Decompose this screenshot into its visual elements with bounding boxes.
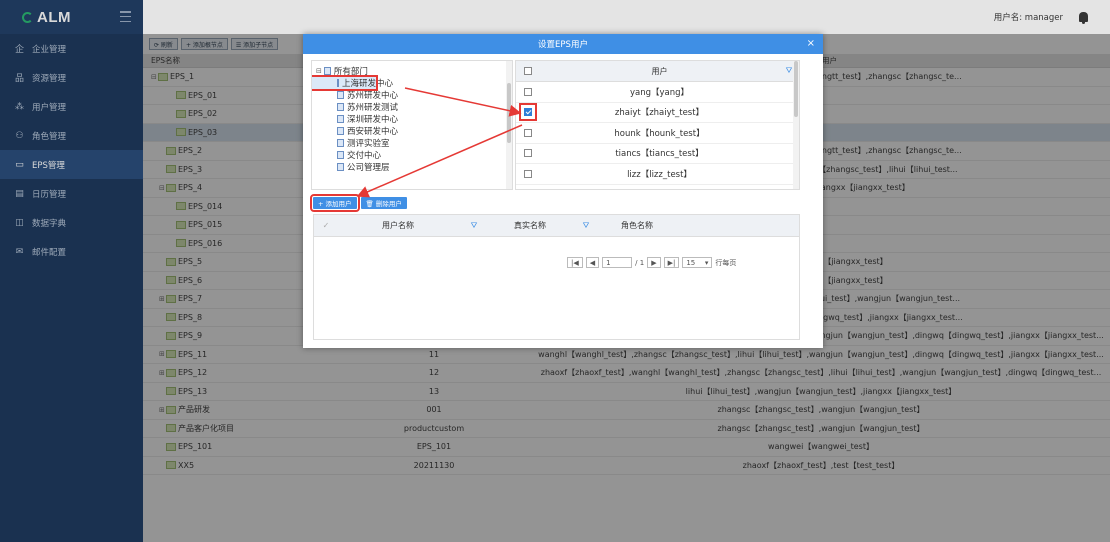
per-page-label: 行每页 <box>715 258 737 267</box>
department-label: 西安研发中心 <box>347 127 399 137</box>
department-label: 苏州研发测试 <box>347 103 399 113</box>
department-label: 测评实验室 <box>347 139 390 149</box>
first-page-button[interactable]: |◀ <box>567 257 583 268</box>
remove-user-button[interactable]: 🗑 删除用户 <box>360 197 407 209</box>
dialog-header: 设置EPS用户 × <box>303 34 823 54</box>
tree-root-label: 所有部门 <box>333 67 368 77</box>
tree-item-department[interactable]: 公司管理层 <box>312 161 512 173</box>
user-label: hounk【hounk_test】 <box>614 128 705 139</box>
selected-users-grid: ✓ 用户名称 ⛛ 真实名称 ⛛ 角色名称 <box>313 214 800 340</box>
user-list: 用户 ⛛ yang【yang】 zhaiyt【zhaiyt_test】 hounk【… <box>515 60 800 190</box>
header-check-icon[interactable]: ✓ <box>314 221 338 230</box>
department-icon <box>337 163 344 171</box>
user-row[interactable]: zhaiyt【zhaiyt_test】 <box>516 103 799 123</box>
tree-children: 上海研发中心苏州研发中心 苏州研发测试 深圳研发中心 西安研发中心 测评实验室交付中心公… <box>312 75 512 173</box>
user-checkbox[interactable] <box>524 87 532 96</box>
user-label: zhaiyt【zhaiyt_test】 <box>614 108 705 119</box>
dialog-title: 设置EPS用户 <box>538 40 588 50</box>
user-column-header: 用户 <box>651 66 668 76</box>
folder-icon <box>323 67 331 75</box>
dialog-button-row: + 添加用户 🗑 删除用户 <box>310 194 407 212</box>
sidebar-dim <box>0 0 143 542</box>
tree-item-department[interactable]: 交付中心 <box>312 149 512 161</box>
tree-item-department[interactable]: 苏州研发中心 <box>312 89 512 101</box>
user-row[interactable]: yang【yang】 <box>516 82 799 103</box>
close-icon[interactable]: × <box>807 38 815 49</box>
department-icon <box>337 115 344 123</box>
page-size-select[interactable]: 15 ▾ <box>682 257 713 268</box>
tree-item-department[interactable]: 上海研发中心 <box>312 75 393 91</box>
department-tree: ⊟ 所有部门 上海研发中心苏州研发中心 苏州研发测试 深圳研发中心 西安研发中心 测评实… <box>311 60 513 190</box>
pagination: |◀ ◀ 1 / 1 ▶ ▶| 15 ▾ 行每页 <box>567 257 736 268</box>
department-label: 交付中心 <box>347 151 382 161</box>
user-checkbox[interactable] <box>524 149 532 158</box>
department-icon <box>337 103 344 111</box>
user-row[interactable]: hounk【hounk_test】 <box>516 123 799 144</box>
page-size-value: 15 <box>686 258 696 267</box>
prev-page-button[interactable]: ◀ <box>585 257 600 268</box>
tree-root-all-departments[interactable]: ⊟ 所有部门 <box>312 65 512 77</box>
bell-icon[interactable] <box>1079 12 1088 24</box>
username-label: 用户名: manager <box>993 13 1063 23</box>
tree-item-department[interactable]: 深圳研发中心 <box>312 113 512 125</box>
user-row[interactable]: tiancs【tiancs_test】 <box>516 144 799 164</box>
collapse-icon[interactable]: ⊟ <box>316 67 322 75</box>
user-rows: yang【yang】 zhaiyt【zhaiyt_test】 hounk【hounk… <box>516 82 799 185</box>
filter-icon[interactable]: ⛛ <box>458 221 490 231</box>
page-number-input[interactable]: 1 <box>602 257 633 268</box>
top-header: 用户名: manager <box>143 0 1110 34</box>
department-icon <box>337 79 339 87</box>
total-pages-label: / 1 <box>635 258 645 267</box>
user-label: lizz【lizz_test】 <box>627 169 692 180</box>
col-real-name: 真实名称 <box>514 221 546 230</box>
tree-item-department[interactable]: 苏州研发测试 <box>312 101 512 113</box>
user-checkbox[interactable] <box>519 103 537 122</box>
col-user-name: 用户名称 <box>382 221 414 230</box>
tree-item-department[interactable]: 西安研发中心 <box>312 125 512 137</box>
last-page-button[interactable]: ▶| <box>663 257 680 268</box>
department-label: 深圳研发中心 <box>347 115 399 125</box>
chevron-down-icon: ▾ <box>704 258 709 267</box>
tree-scrollbar[interactable] <box>506 61 512 189</box>
col-role-name: 角色名称 <box>621 221 653 230</box>
filter-icon[interactable]: ⛛ <box>570 221 602 231</box>
add-user-button[interactable]: + 添加用户 <box>310 194 360 212</box>
user-checkbox[interactable] <box>524 169 532 178</box>
department-label: 公司管理层 <box>347 163 390 173</box>
department-icon <box>337 91 344 99</box>
department-label: 苏州研发中心 <box>347 91 399 101</box>
user-row[interactable]: lizz【lizz_test】 <box>516 164 799 185</box>
set-eps-users-dialog: 设置EPS用户 × ⊟ 所有部门 上海研发中心苏州研发中心 苏州研发测试 深圳研发中… <box>303 34 823 348</box>
user-list-scrollbar[interactable] <box>793 61 799 189</box>
selected-users-header: ✓ 用户名称 ⛛ 真实名称 ⛛ 角色名称 <box>314 215 799 237</box>
department-label: 上海研发中心 <box>342 79 394 89</box>
next-page-button[interactable]: ▶ <box>647 257 661 268</box>
user-list-header: 用户 ⛛ <box>516 61 799 82</box>
department-icon <box>337 139 344 147</box>
user-label: tiancs【tiancs_test】 <box>615 149 704 160</box>
tree-item-department[interactable]: 测评实验室 <box>312 137 512 149</box>
department-icon <box>337 127 344 135</box>
user-checkbox[interactable] <box>524 128 532 137</box>
department-icon <box>337 151 344 159</box>
user-label: yang【yang】 <box>629 87 690 98</box>
select-all-checkbox[interactable] <box>524 67 532 75</box>
